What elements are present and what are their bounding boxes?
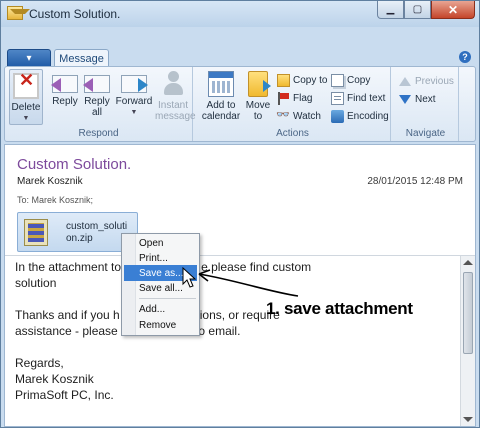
help-icon[interactable]: ? (459, 51, 471, 63)
reply-icon (51, 75, 78, 93)
reply-all-icon (83, 75, 110, 93)
app-window: Custom Solution. ▁ ▢ ✕ ▾ Message ? Delet… (0, 0, 480, 428)
folder-move-icon (248, 71, 271, 97)
next-button[interactable]: Next (399, 91, 436, 107)
menu-item-add[interactable]: Add... (139, 302, 165, 317)
menu-separator (139, 298, 196, 299)
copy-button[interactable]: Copy (331, 72, 370, 88)
previous-label: Previous (415, 75, 454, 87)
attachment-context-menu: Open Print... Save as... Save all... Add… (121, 233, 200, 336)
forward-icon (121, 75, 148, 93)
flag-label: Flag (293, 92, 313, 104)
message-date: 28/01/2015 12:48 PM (367, 176, 463, 187)
arrow-up-icon (399, 76, 411, 86)
delete-button[interactable]: Delete ▼ (9, 69, 43, 125)
previous-button[interactable]: Previous (399, 73, 454, 89)
to-recipient[interactable]: Marek Kosznik; (32, 195, 94, 205)
move-to-label: Move to (245, 100, 271, 122)
add-to-calendar-label: Add to calendar (201, 100, 241, 122)
to-line: To: Marek Kosznik; (17, 195, 93, 205)
copy-label: Copy (347, 74, 371, 86)
find-text-label: Find text (347, 92, 386, 104)
delete-icon (13, 73, 39, 99)
encoding-label: Encoding (347, 110, 389, 122)
arrow-down-icon (399, 94, 411, 104)
reply-all-label: Reply all (84, 96, 110, 118)
find-text-icon (331, 91, 344, 105)
group-label-navigate: Navigate (405, 128, 446, 139)
ribbon-tab-strip: ▾ Message ? (1, 45, 479, 67)
vertical-scrollbar[interactable] (460, 256, 475, 426)
reply-button[interactable]: Reply (47, 71, 83, 107)
instant-message-button[interactable]: Instant message (155, 71, 196, 122)
ribbon: Delete ▼ Reply Reply all Forward ▼ Insta… (4, 66, 476, 142)
menu-item-print[interactable]: Print... (139, 251, 168, 266)
next-label: Next (415, 93, 436, 105)
glasses-icon (276, 108, 290, 123)
annotation-label: 1. save attachment (266, 299, 413, 318)
reply-all-button[interactable]: Reply all (81, 71, 113, 118)
tab-message[interactable]: Message (54, 49, 109, 67)
menu-item-save-all[interactable]: Save all... (139, 281, 183, 296)
group-respond: Delete ▼ Reply Reply all Forward ▼ Insta… (5, 67, 196, 141)
title-bar[interactable]: Custom Solution. ▁ ▢ ✕ (1, 1, 479, 27)
flag-button[interactable]: Flag (277, 90, 312, 106)
copy-to-label: Copy to (293, 74, 328, 86)
move-to-button[interactable]: Move to (243, 71, 273, 122)
forward-label: Forward (115, 96, 153, 107)
minimize-button[interactable]: ▁ (377, 1, 404, 19)
watch-label: Watch (293, 110, 321, 122)
add-to-calendar-button[interactable]: Add to calendar (201, 71, 241, 122)
scroll-down-icon[interactable] (463, 417, 473, 422)
person-icon (160, 71, 186, 97)
reply-label: Reply (52, 96, 78, 107)
scroll-up-icon[interactable] (463, 260, 473, 265)
window-title: Custom Solution. (29, 7, 121, 21)
chevron-down-icon: ▼ (130, 109, 138, 116)
menu-item-open[interactable]: Open (139, 236, 163, 251)
close-button[interactable]: ✕ (431, 1, 475, 19)
file-menu-button[interactable]: ▾ (7, 49, 51, 67)
menu-item-save-as[interactable]: Save as... (139, 266, 183, 281)
chevron-down-icon: ▼ (22, 115, 30, 122)
message-sender[interactable]: Marek Kosznik (17, 176, 83, 187)
copy-to-button[interactable]: Copy to (277, 72, 327, 88)
encoding-button[interactable]: Encoding (331, 108, 389, 124)
group-label-respond: Respond (78, 128, 119, 139)
group-navigate: Previous Next Navigate (393, 67, 459, 141)
message-body-text: In the attachment to e please find custom… (15, 260, 312, 402)
attachment-tile[interactable]: custom_soluti on.zip (17, 212, 138, 252)
maximize-button[interactable]: ▢ (404, 1, 431, 19)
window-controls: ▁ ▢ ✕ (377, 1, 475, 19)
menu-item-remove[interactable]: Remove (139, 318, 176, 333)
zip-archive-icon (24, 219, 48, 246)
message-pane: Custom Solution. Marek Kosznik 28/01/201… (4, 144, 476, 427)
instant-message-label: Instant message (155, 100, 196, 122)
find-text-button[interactable]: Find text (331, 90, 385, 106)
message-body[interactable]: In the attachment to e please find custom… (5, 255, 475, 426)
folder-copy-icon (277, 73, 290, 87)
message-subject: Custom Solution. (17, 156, 132, 173)
encoding-icon (331, 109, 344, 123)
scroll-thumb[interactable] (463, 272, 473, 354)
calendar-icon (208, 71, 234, 97)
group-actions: Add to calendar Move to Copy to Flag Wat… (195, 67, 391, 141)
watch-button[interactable]: Watch (276, 108, 321, 124)
mail-app-icon (7, 6, 30, 20)
group-label-actions: Actions (276, 128, 309, 139)
to-label: To: (17, 195, 30, 205)
delete-label: Delete (11, 102, 41, 113)
flag-icon (277, 91, 290, 105)
copy-icon (331, 73, 344, 87)
forward-button[interactable]: Forward ▼ (115, 71, 153, 118)
